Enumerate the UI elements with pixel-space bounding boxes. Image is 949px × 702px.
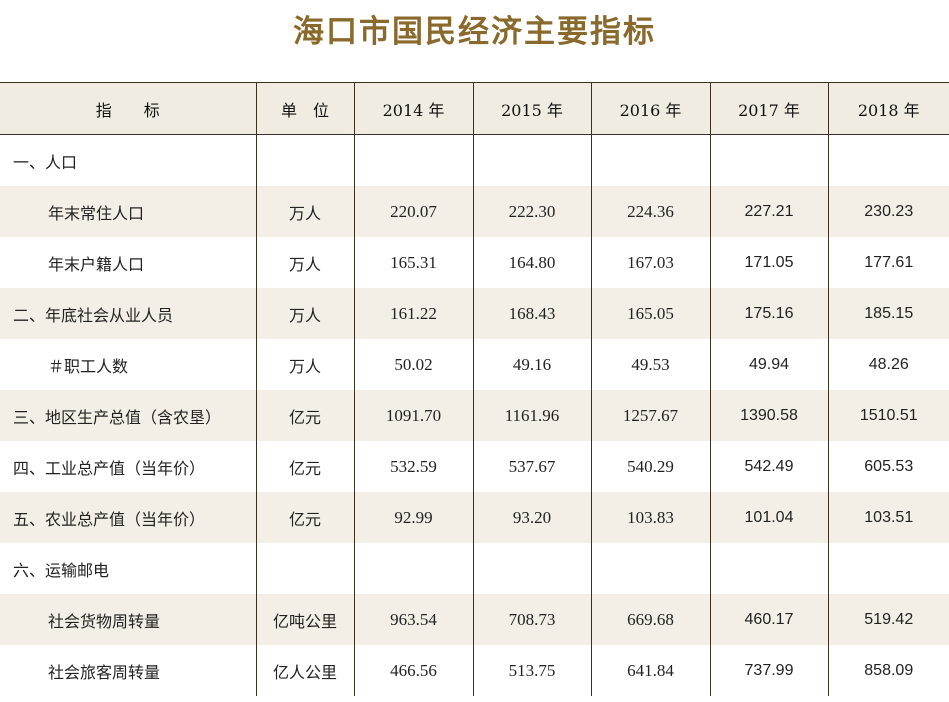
value-cell: 175.16 — [709, 288, 828, 339]
row-label: 二、年底社会从业人员 — [13, 305, 174, 325]
row-unit — [255, 543, 354, 594]
value-cell: 49.53 — [590, 339, 710, 390]
row-unit: 万人 — [255, 186, 354, 237]
table-row: 一、人口 — [0, 134, 949, 186]
table-row: 年末常住人口 万人 220.07 222.30 224.36 227.21 23… — [0, 186, 949, 237]
header-indicator: 指 标 — [0, 82, 256, 135]
value-cell: 1161.96 — [472, 390, 591, 441]
table-row: 年末户籍人口 万人 165.31 164.80 167.03 171.05 17… — [0, 237, 949, 288]
header-year: 2015 年 — [472, 82, 591, 135]
value-cell — [709, 134, 828, 186]
row-unit: 万人 — [255, 237, 354, 288]
table-row: 社会旅客周转量 亿人公里 466.56 513.75 641.84 737.99… — [0, 645, 949, 696]
value-cell — [472, 134, 591, 186]
value-cell: 185.15 — [827, 288, 949, 339]
value-cell: 101.04 — [709, 492, 828, 543]
row-label: 年末户籍人口 — [48, 254, 145, 274]
value-cell: 513.75 — [472, 645, 591, 696]
table-row: 四、工业总产值（当年价） 亿元 532.59 537.67 540.29 542… — [0, 441, 949, 492]
value-cell: 460.17 — [709, 594, 828, 645]
value-cell: 963.54 — [353, 594, 473, 645]
value-cell: 669.68 — [590, 594, 710, 645]
table-row: 二、年底社会从业人员 万人 161.22 168.43 165.05 175.1… — [0, 288, 949, 339]
value-cell: 540.29 — [590, 441, 710, 492]
value-cell: 50.02 — [353, 339, 473, 390]
value-cell: 93.20 — [472, 492, 591, 543]
row-unit: 万人 — [255, 339, 354, 390]
header-year: 2018 年 — [827, 82, 949, 135]
value-cell: 167.03 — [590, 237, 710, 288]
value-cell — [353, 134, 473, 186]
value-cell: 103.51 — [827, 492, 949, 543]
value-cell: 1091.70 — [353, 390, 473, 441]
value-cell: 165.31 — [353, 237, 473, 288]
row-unit: 亿吨公里 — [255, 594, 354, 645]
row-label: 社会旅客周转量 — [48, 662, 161, 682]
table-row: 社会货物周转量 亿吨公里 963.54 708.73 669.68 460.17… — [0, 594, 949, 645]
value-cell: 737.99 — [709, 645, 828, 696]
value-cell — [709, 543, 828, 594]
value-cell — [590, 134, 710, 186]
row-label: ＃职工人数 — [48, 356, 129, 376]
value-cell: 168.43 — [472, 288, 591, 339]
header-year: 2014 年 — [353, 82, 473, 135]
table-row: 六、运输邮电 — [0, 543, 949, 594]
row-label: 年末常住人口 — [48, 203, 145, 223]
table-row: ＃职工人数 万人 50.02 49.16 49.53 49.94 48.26 — [0, 339, 949, 390]
value-cell: 1390.58 — [709, 390, 828, 441]
value-cell: 519.42 — [827, 594, 949, 645]
header-year: 2016 年 — [590, 82, 710, 135]
row-unit: 亿元 — [255, 441, 354, 492]
table-row: 三、地区生产总值（含农垦） 亿元 1091.70 1161.96 1257.67… — [0, 390, 949, 441]
value-cell: 161.22 — [353, 288, 473, 339]
value-cell: 532.59 — [353, 441, 473, 492]
value-cell: 103.83 — [590, 492, 710, 543]
value-cell: 858.09 — [827, 645, 949, 696]
row-label: 一、人口 — [13, 152, 78, 172]
table-row: 五、农业总产值（当年价） 亿元 92.99 93.20 103.83 101.0… — [0, 492, 949, 543]
row-label: 四、工业总产值（当年价） — [13, 458, 206, 478]
value-cell: 49.16 — [472, 339, 591, 390]
value-cell — [827, 543, 949, 594]
row-label: 三、地区生产总值（含农垦） — [13, 407, 222, 427]
value-cell: 177.61 — [827, 237, 949, 288]
value-cell: 49.94 — [709, 339, 828, 390]
indicator-table: 指 标 单 位 2014 年 2015 年 2016 年 2017 年 2018… — [0, 82, 949, 696]
value-cell: 92.99 — [353, 492, 473, 543]
page-title: 海口市国民经济主要指标 — [293, 14, 656, 50]
value-cell: 605.53 — [827, 441, 949, 492]
value-cell: 227.21 — [709, 186, 828, 237]
row-label: 社会货物周转量 — [48, 611, 161, 631]
value-cell: 48.26 — [827, 339, 949, 390]
row-unit: 亿人公里 — [255, 645, 354, 696]
header-unit: 单 位 — [255, 82, 354, 135]
header-year: 2017 年 — [709, 82, 828, 135]
value-cell: 220.07 — [353, 186, 473, 237]
row-unit: 亿元 — [255, 492, 354, 543]
value-cell: 641.84 — [590, 645, 710, 696]
row-unit: 万人 — [255, 288, 354, 339]
value-cell — [472, 543, 591, 594]
value-cell: 542.49 — [709, 441, 828, 492]
value-cell — [590, 543, 710, 594]
value-cell: 1257.67 — [590, 390, 710, 441]
value-cell: 708.73 — [472, 594, 591, 645]
value-cell: 164.80 — [472, 237, 591, 288]
row-label: 六、运输邮电 — [13, 560, 110, 580]
value-cell: 466.56 — [353, 645, 473, 696]
value-cell — [353, 543, 473, 594]
row-unit: 亿元 — [255, 390, 354, 441]
value-cell: 1510.51 — [827, 390, 949, 441]
value-cell: 224.36 — [590, 186, 710, 237]
table-header-row: 指 标 单 位 2014 年 2015 年 2016 年 2017 年 2018… — [0, 82, 949, 135]
value-cell: 171.05 — [709, 237, 828, 288]
value-cell: 222.30 — [472, 186, 591, 237]
value-cell: 230.23 — [827, 186, 949, 237]
row-label: 五、农业总产值（当年价） — [13, 509, 206, 529]
value-cell: 537.67 — [472, 441, 591, 492]
value-cell: 165.05 — [590, 288, 710, 339]
value-cell — [827, 134, 949, 186]
row-unit — [255, 134, 354, 186]
